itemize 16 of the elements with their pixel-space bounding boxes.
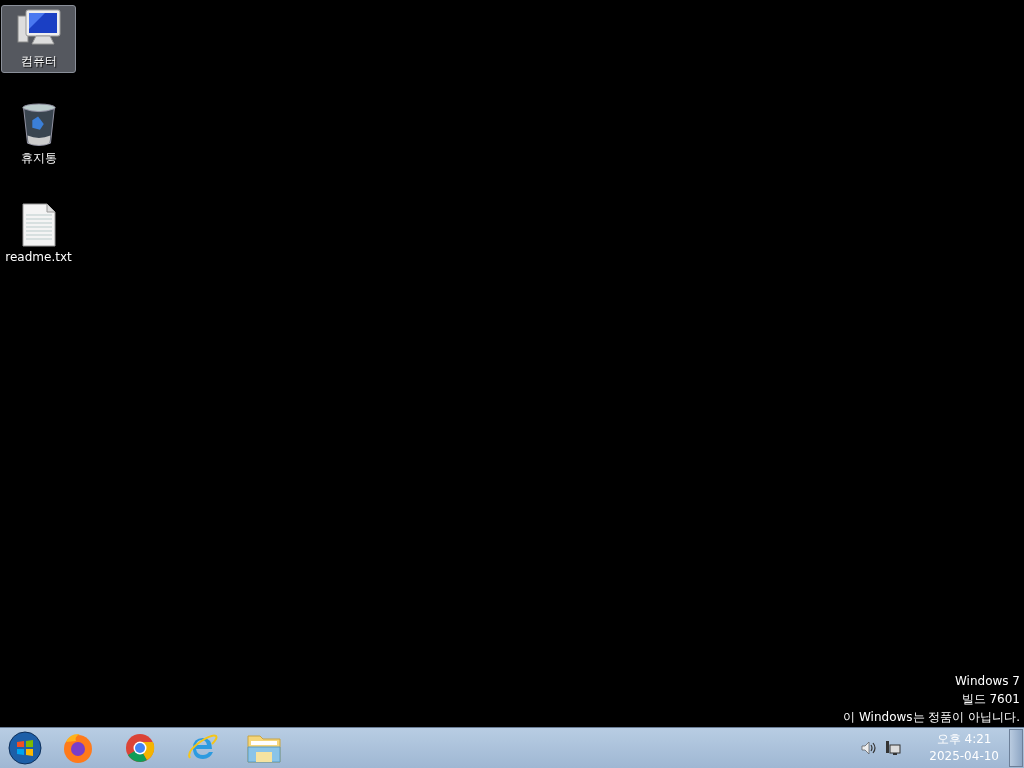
chrome-icon[interactable] (124, 732, 156, 764)
folder-icon[interactable] (247, 733, 281, 763)
speaker-icon[interactable] (861, 741, 878, 755)
clock-date: 2025-04-10 (929, 748, 999, 765)
show-desktop-button[interactable] (1009, 729, 1023, 767)
trash-can-icon (19, 103, 58, 147)
desktop-icon[interactable]: 휴지통 (1, 102, 76, 170)
watermark-text: 빌드 7601 (961, 691, 1020, 708)
text-file-icon (21, 203, 56, 247)
clock-time: 오후 4:21 (936, 731, 992, 748)
watermark-text: 이 Windows는 정품이 아닙니다. (843, 709, 1020, 726)
watermark-text: Windows 7 (955, 673, 1020, 690)
firefox-icon[interactable] (62, 732, 94, 764)
desktop-icon[interactable]: readme.txt (1, 199, 76, 267)
network-icon[interactable] (885, 740, 902, 756)
desktop-icon[interactable]: 컴퓨터 (1, 5, 76, 73)
